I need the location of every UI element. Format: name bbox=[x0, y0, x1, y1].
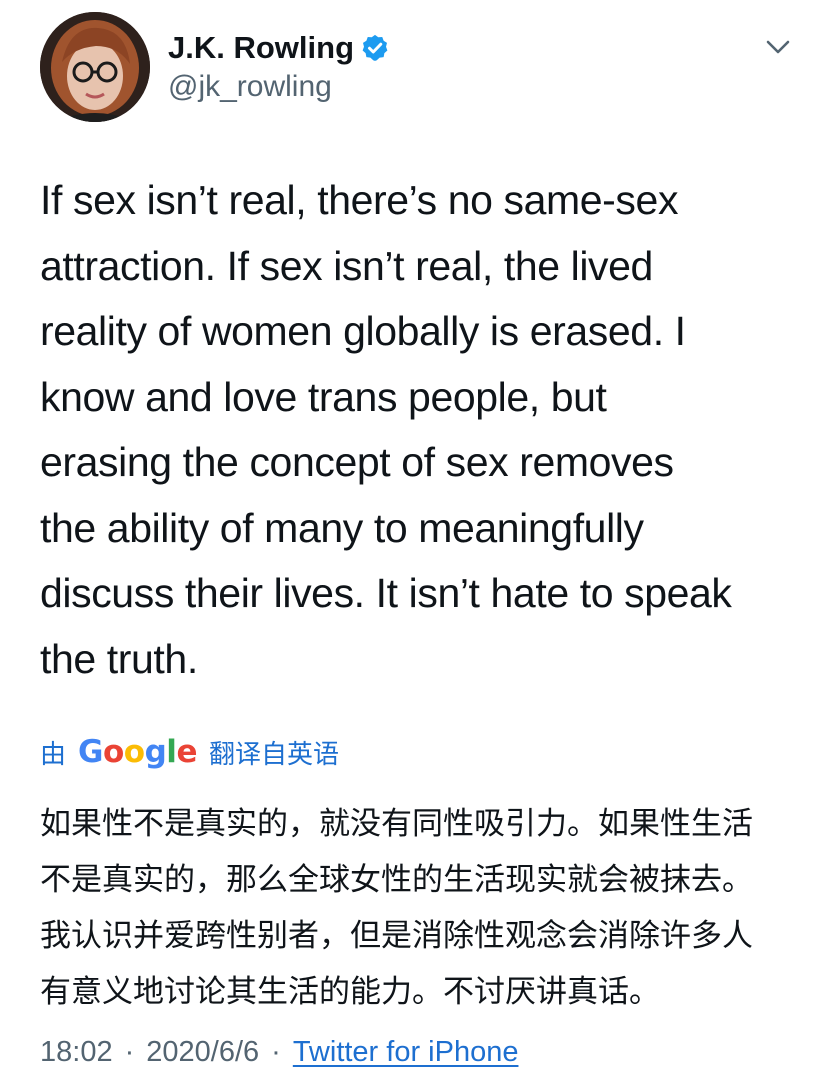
google-logo-letter: o bbox=[102, 734, 124, 770]
verified-badge-icon bbox=[360, 33, 390, 63]
tweet-text-line: erasing the concept of sex removes bbox=[40, 439, 674, 485]
author-display-name[interactable]: J.K. Rowling bbox=[168, 30, 354, 66]
meta-separator: · bbox=[124, 1035, 135, 1068]
tweet-text-line: know and love trans people, but bbox=[40, 373, 607, 420]
tweet-text-line: the truth. bbox=[40, 635, 198, 682]
tweet-date[interactable]: 2020/6/6 bbox=[146, 1036, 259, 1069]
translated-text-line: 有意义地讨论其生活的能力。不讨厌讲真话。 bbox=[40, 974, 660, 1009]
tweet-text-line: If sex isn’t real, there’s no same-sex bbox=[40, 177, 679, 223]
translated-text-line: 我认识并爱跨性别者，但是消除性观念会消除许多人 bbox=[40, 918, 753, 953]
google-logo-letter: l bbox=[166, 734, 177, 770]
google-logo-letter: e bbox=[176, 734, 197, 770]
avatar-image bbox=[40, 12, 150, 122]
tweet-source-link[interactable]: Twitter for iPhone bbox=[293, 1036, 519, 1069]
avatar[interactable] bbox=[40, 12, 150, 122]
tweet-meta: 18:02 · 2020/6/6 · Twitter for iPhone bbox=[40, 1030, 518, 1074]
translated-text-line: 如果性不是真实的，就没有同性吸引力。如果性生活 bbox=[40, 806, 753, 841]
meta-separator: · bbox=[271, 1035, 281, 1068]
google-logo-letter: g bbox=[144, 734, 167, 770]
google-logo: Google bbox=[78, 734, 197, 770]
translated-from-label: 翻译自英语 bbox=[208, 738, 339, 769]
translated-text-line: 不是真实的，那么全球女性的生活现实就会被抹去。 bbox=[40, 862, 753, 897]
tweet-text-line: reality of women globally is erased. I bbox=[40, 308, 686, 354]
translated-text: 如果性不是真实的，就没有同性吸引力。如果性生活 不是真实的，那么全球女性的生活现… bbox=[40, 796, 800, 1020]
tweet-text-line: attraction. If sex isn’t real, the lived bbox=[40, 242, 653, 289]
author-name-row[interactable]: J.K. Rowling bbox=[168, 28, 390, 68]
tweet-text-line: discuss their lives. It isn’t hate to sp… bbox=[40, 570, 732, 616]
translated-by-label: 由 bbox=[40, 738, 67, 769]
author-handle[interactable]: @jk_rowling bbox=[168, 70, 332, 104]
tweet-text-line: the ability of many to meaningfully bbox=[40, 504, 644, 551]
google-logo-letter: G bbox=[78, 734, 103, 770]
translation-attribution[interactable]: 由 Google 翻译自英语 bbox=[40, 730, 339, 774]
chevron-down-icon[interactable] bbox=[764, 36, 792, 58]
tweet-text: If sex isn’t real, there’s no same-sex a… bbox=[40, 168, 800, 692]
google-logo-letter: o bbox=[123, 734, 145, 770]
tweet-time[interactable]: 18:02 bbox=[40, 1036, 113, 1069]
